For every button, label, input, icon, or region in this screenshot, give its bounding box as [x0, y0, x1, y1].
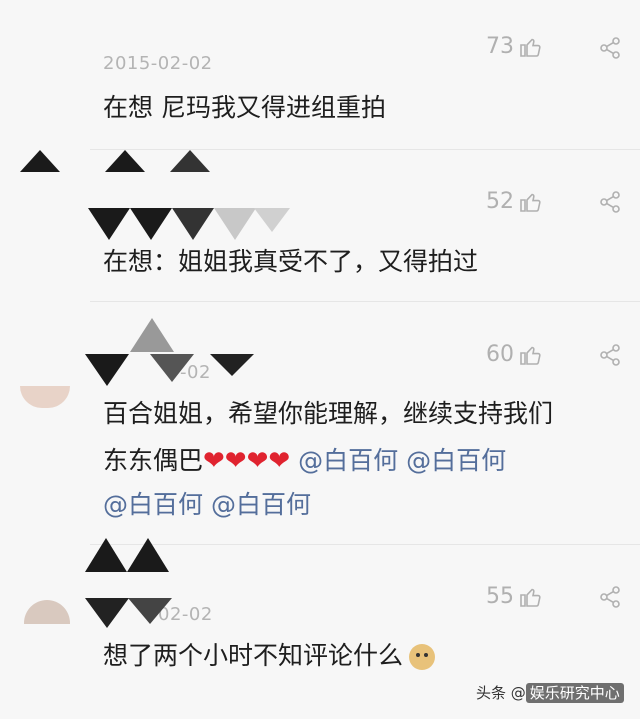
name-mosaic — [150, 354, 194, 382]
source-watermark: 头条 @ 娱乐研究中心 — [476, 682, 624, 703]
doge-emoji-icon — [409, 644, 436, 670]
thumbs-up-icon — [520, 346, 541, 365]
comment-text: 百合姐姐，希望你能理解，继续支持我们 — [103, 399, 554, 428]
like-button[interactable]: 73 — [486, 34, 542, 59]
name-mosaic — [85, 354, 129, 386]
comment-date: 2015-02-02 — [103, 53, 213, 74]
thumbs-up-icon — [520, 38, 541, 57]
share-icon[interactable] — [598, 343, 622, 367]
like-count: 55 — [486, 584, 514, 609]
like-count: 60 — [486, 342, 514, 367]
watermark-prefix: 头条 @ — [476, 684, 526, 702]
avatar-mosaic — [105, 150, 145, 172]
name-mosaic — [210, 354, 254, 376]
mention-link[interactable]: @白百何 — [406, 446, 506, 475]
comment-text: 在想 尼玛我又得进组重拍 — [103, 93, 386, 122]
like-count: 73 — [486, 34, 514, 59]
comment-text: 在想：姐姐我真受不了，又得拍过 — [103, 247, 479, 276]
comment-item: 2015-02-02 73 在想 尼玛我又得进组重拍 — [0, 0, 640, 150]
name-mosaic — [85, 598, 129, 628]
thumbs-up-icon — [520, 193, 541, 212]
like-count: 52 — [486, 189, 514, 214]
comment-item: -02 60 百合姐姐，希望你能理解，继续支持我们 东东偶巴❤❤❤❤ @白百何 … — [0, 302, 640, 544]
name-mosaic — [130, 318, 174, 352]
comment-text-body: 想了两个小时不知评论什么 — [103, 641, 404, 670]
mention-link[interactable]: @白百何 — [298, 446, 398, 475]
name-mosaic — [172, 208, 214, 240]
thumbs-up-icon — [520, 588, 541, 607]
avatar-mosaic — [170, 150, 210, 172]
mention-link[interactable]: @白百何 — [103, 490, 203, 519]
share-icon[interactable] — [598, 190, 622, 214]
share-icon[interactable] — [598, 585, 622, 609]
avatar-mosaic — [127, 538, 169, 572]
divider — [90, 544, 640, 545]
avatar-mosaic — [85, 538, 127, 572]
name-mosaic — [128, 598, 172, 624]
like-button[interactable]: 52 — [486, 189, 542, 214]
name-mosaic — [254, 208, 290, 232]
comment-text: 想了两个小时不知评论什么 — [103, 634, 436, 677]
name-mosaic — [214, 208, 256, 240]
mention-link[interactable]: @白百何 — [211, 490, 311, 519]
like-button[interactable]: 60 — [486, 342, 542, 367]
comment-text: 东东偶巴❤❤❤❤ @白百何 @白百何 — [103, 439, 506, 483]
share-icon[interactable] — [598, 36, 622, 60]
avatar-mosaic — [20, 150, 60, 172]
watermark-brand: 娱乐研究中心 — [525, 683, 624, 703]
comment-text: @白百何 @白百何 — [103, 483, 311, 526]
heart-emoji: ❤❤❤❤ — [203, 446, 291, 476]
name-mosaic — [130, 208, 172, 240]
name-mosaic — [88, 208, 130, 240]
comment-text-prefix: 东东偶巴 — [103, 446, 204, 475]
like-button[interactable]: 55 — [486, 584, 542, 609]
